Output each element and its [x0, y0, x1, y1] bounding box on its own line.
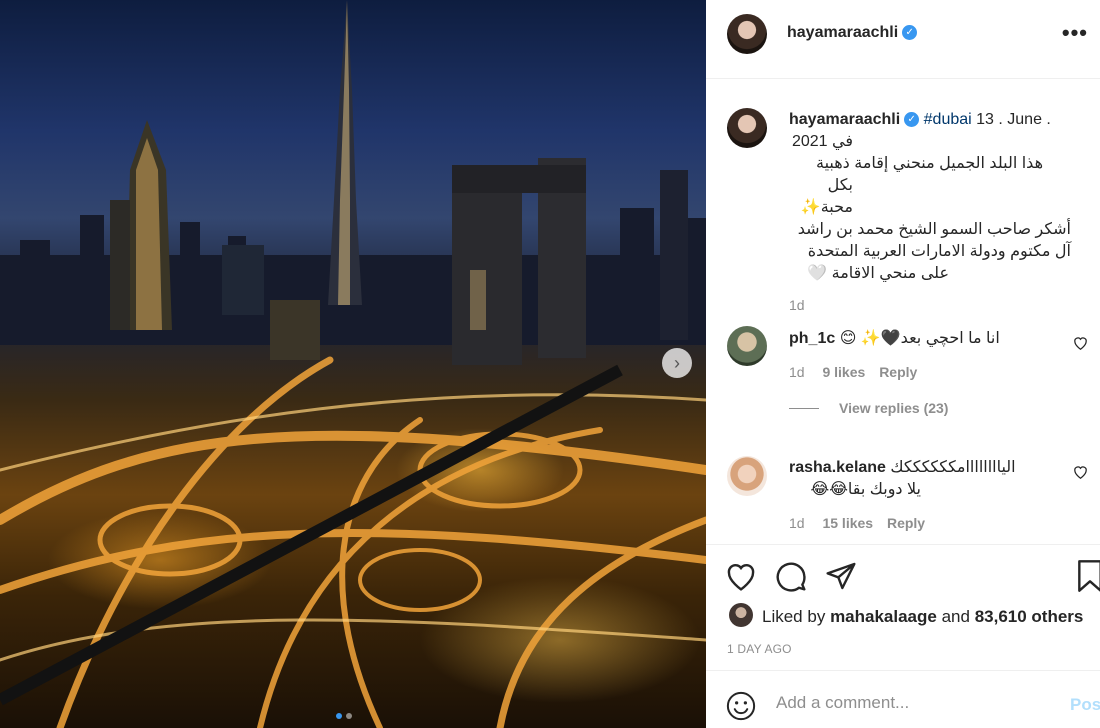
- comment-like-heart-icon[interactable]: [1073, 465, 1088, 482]
- view-replies-row[interactable]: View replies (23): [789, 400, 1049, 416]
- carousel-dot-active: [336, 713, 342, 719]
- comment-input[interactable]: [776, 693, 1056, 713]
- caption-date-line1: 13 . June .: [976, 111, 1051, 128]
- comment-username[interactable]: ph_1c: [789, 330, 835, 347]
- caption-avatar-wrap: [727, 108, 767, 148]
- add-comment-bar: Post: [706, 670, 1100, 728]
- bookmark-save-icon[interactable]: [1076, 560, 1100, 597]
- post-time-ago[interactable]: 1 DAY AGO: [727, 642, 792, 656]
- liked-by-summary: Liked by mahakalaage and 83,610 others: [762, 607, 1083, 627]
- comment-like-heart-icon[interactable]: [1073, 336, 1088, 353]
- comment-line: ph_1c انا ما احچي بعد🖤✨ 😊: [789, 328, 1049, 350]
- caption-hashtag[interactable]: #dubai: [924, 111, 972, 128]
- post-header: hayamaraachli ✓ •••: [706, 0, 1100, 79]
- caption-avatar[interactable]: [727, 108, 767, 148]
- liked-by-prefix: Liked by: [762, 607, 826, 626]
- author-name-row: hayamaraachli ✓: [787, 24, 918, 42]
- comment-likes[interactable]: 9 likes: [822, 364, 865, 380]
- comment-meta: 1d 15 likes Reply: [789, 515, 1049, 531]
- liked-by-others[interactable]: 83,610 others: [975, 607, 1084, 626]
- caption-header-line: hayamaraachli ✓ #dubai 13 . June .: [789, 109, 1077, 131]
- comment-line: rasha.kelane الياااااااامككككككك: [789, 457, 1049, 479]
- liked-by-middle: and: [941, 607, 970, 626]
- comment-reply-button[interactable]: Reply: [879, 364, 917, 380]
- carousel-dot: [346, 713, 352, 719]
- like-heart-icon[interactable]: [725, 561, 757, 596]
- comment-text-line2: يلا دوبك بقا😂😂: [810, 481, 922, 498]
- comment-reply-button[interactable]: Reply: [887, 515, 925, 531]
- replies-divider: [789, 407, 819, 409]
- emoji-smiley-icon[interactable]: [726, 691, 756, 726]
- post-photo[interactable]: ›: [0, 0, 706, 728]
- comment-item: rasha.kelane الياااااااامككككككك يلا دوب…: [789, 457, 1049, 531]
- comment-text: الياااااااامككككككك: [890, 459, 1016, 476]
- caption-line6: آل مكتوم ودولة الامارات العربية المتحدة: [807, 243, 1071, 260]
- liker-avatar[interactable]: [729, 603, 753, 627]
- view-replies-button[interactable]: View replies (23): [839, 400, 948, 416]
- commenter-avatar[interactable]: [727, 456, 767, 496]
- comment-likes[interactable]: 15 likes: [822, 515, 873, 531]
- comment-username[interactable]: rasha.kelane: [789, 459, 886, 476]
- comment-item: ph_1c انا ما احچي بعد🖤✨ 😊 1d 9 likes Rep…: [789, 328, 1049, 416]
- post-details-panel: hayamaraachli ✓ ••• hayamaraachli ✓ #dubai…: [706, 0, 1100, 728]
- comment-time[interactable]: 1d: [789, 364, 805, 380]
- caption-username[interactable]: hayamaraachli: [789, 111, 900, 128]
- caption-line3: هذا البلد الجميل منحني إقامة ذهبية: [816, 155, 1043, 172]
- caption-timestamp[interactable]: 1d: [789, 297, 1077, 313]
- carousel-next-button[interactable]: ›: [662, 348, 692, 378]
- caption-line7: على منحي الاقامة 🤍: [807, 265, 949, 282]
- commenter-avatar[interactable]: [727, 326, 767, 366]
- share-send-icon[interactable]: [825, 560, 857, 597]
- caption-line4: بكل محبة✨: [800, 177, 853, 216]
- comment-time[interactable]: 1d: [789, 515, 805, 531]
- verified-badge-icon: ✓: [904, 112, 920, 128]
- city-skyline-illustration: [0, 0, 706, 728]
- caption-line5: أشكر صاحب السمو الشيخ محمد بن راشد: [797, 221, 1071, 238]
- author-avatar[interactable]: [727, 14, 767, 54]
- carousel-dots: [336, 713, 352, 719]
- comment-bubble-icon[interactable]: [775, 560, 807, 597]
- liked-by-user[interactable]: mahakalaage: [830, 607, 937, 626]
- caption: hayamaraachli ✓ #dubai 13 . June . في 202…: [789, 109, 1077, 313]
- caption-date-line2: في 2021: [791, 133, 853, 150]
- more-options-icon[interactable]: •••: [1062, 20, 1088, 46]
- chevron-right-icon: ›: [674, 352, 680, 373]
- comment-meta: 1d 9 likes Reply: [789, 364, 1049, 380]
- comment-text: انا ما احچي بعد🖤✨ 😊: [839, 330, 1000, 347]
- post-comment-button[interactable]: Post: [1070, 695, 1100, 715]
- verified-badge-icon: ✓: [902, 25, 918, 41]
- author-username[interactable]: hayamaraachli: [787, 24, 898, 41]
